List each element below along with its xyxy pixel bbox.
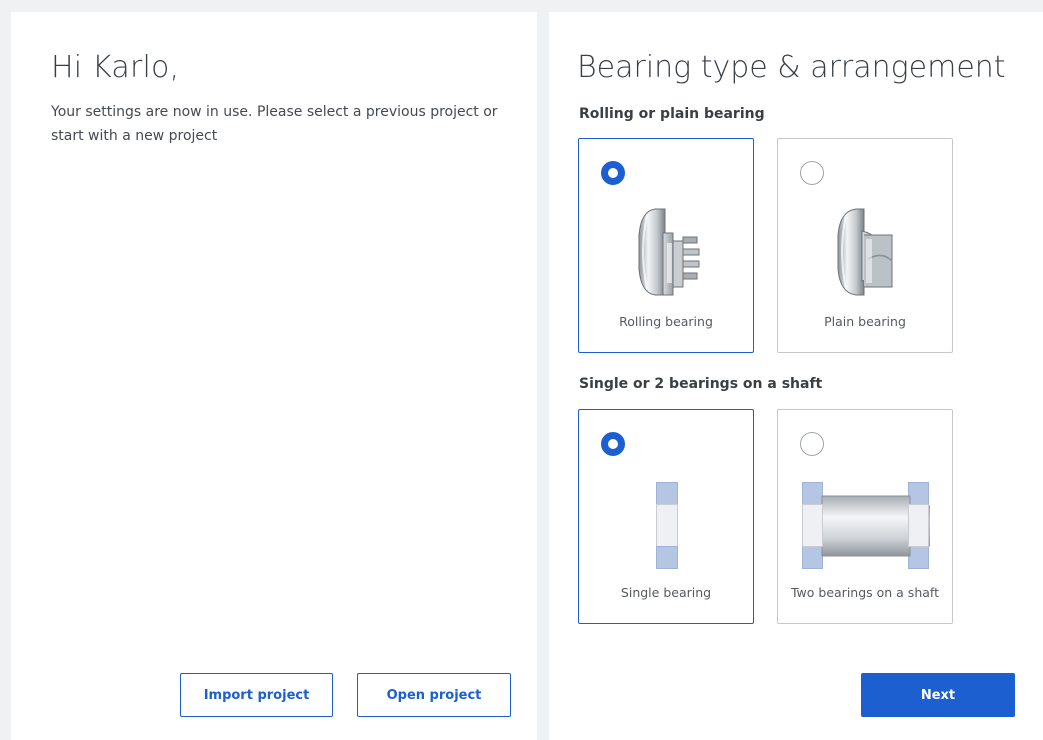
section-title: Bearing type & arrangement: [577, 50, 1006, 85]
rolling-bearing-radio[interactable]: [601, 161, 625, 185]
start-panel: Hi Karlo, Your settings are now in use. …: [11, 12, 537, 740]
two-bearings-shaft-icon: [802, 482, 930, 569]
single-or-two-label: Single or 2 bearings on a shaft: [579, 376, 823, 392]
greeting-heading: Hi Karlo,: [51, 50, 180, 85]
plain-bearing-label: Plain bearing: [824, 314, 906, 329]
two-bearings-radio[interactable]: [800, 432, 824, 456]
bearing-config-panel: Bearing type & arrangement Rolling or pl…: [549, 12, 1043, 740]
single-bearing-option[interactable]: Single bearing: [578, 409, 754, 624]
open-project-button[interactable]: Open project: [357, 673, 511, 717]
single-bearing-radio[interactable]: [601, 432, 625, 456]
single-bearing-icon: [656, 482, 678, 569]
plain-bearing-icon: [837, 208, 893, 296]
rolling-bearing-icon: [638, 208, 700, 296]
two-bearings-option[interactable]: Two bearings on a shaft: [777, 409, 953, 624]
next-button[interactable]: Next: [861, 673, 1015, 717]
single-bearing-label: Single bearing: [620, 585, 712, 600]
rolling-or-plain-label: Rolling or plain bearing: [579, 106, 765, 122]
intro-text: Your settings are now in use. Please sel…: [51, 104, 498, 144]
plain-bearing-radio[interactable]: [800, 161, 824, 185]
two-bearings-label: Two bearings on a shaft: [790, 585, 939, 600]
rolling-bearing-option[interactable]: Rolling bearing: [578, 138, 754, 353]
rolling-bearing-label: Rolling bearing: [619, 314, 713, 329]
plain-bearing-option[interactable]: Plain bearing: [777, 138, 953, 353]
import-project-button[interactable]: Import project: [180, 673, 333, 717]
